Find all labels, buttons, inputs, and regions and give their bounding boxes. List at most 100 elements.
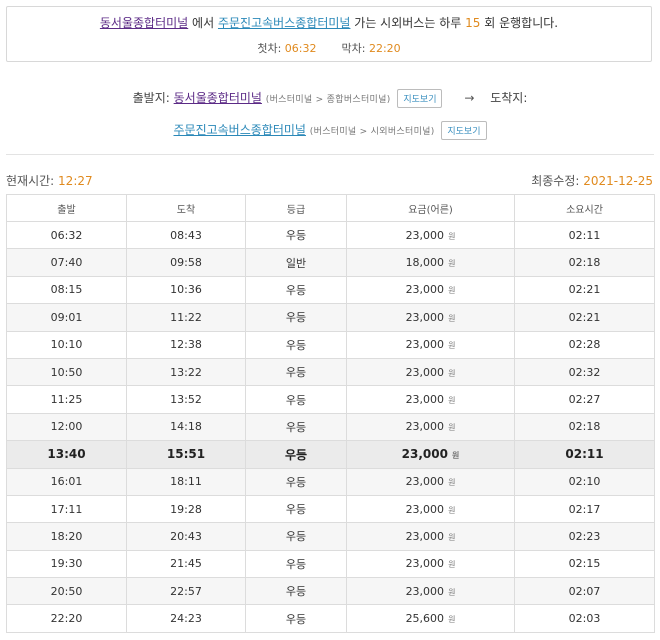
header-departure: 출발 [6,194,127,222]
table-row: 19:30 21:45 우등 23,000 원 02:15 [6,549,655,579]
duration-cell: 02:03 [514,604,655,633]
arrival-time-cell: 24:23 [126,604,246,633]
fare-value: 23,000 [405,475,445,489]
currency-unit: 원 [448,505,456,515]
fare-value: 23,000 [405,338,445,352]
duration-value: 02:03 [568,612,601,626]
departure-time-cell: 10:50 [6,357,127,387]
duration-value: 02:10 [568,475,601,489]
departure-time-cell: 19:30 [6,549,127,579]
arrival-time-value: 13:52 [170,393,202,407]
grade-value: 우등 [285,612,307,626]
fare-cell: 23,000 원 [346,220,515,250]
departure-time-value: 06:32 [50,228,83,242]
grade-value: 우등 [285,503,307,517]
arrival-time-value: 13:22 [170,365,202,379]
arrival-time-value: 20:43 [170,529,202,543]
arrival-time-cell: 09:58 [126,248,246,277]
duration-value: 02:11 [568,228,601,242]
header-fare: 요금(어른) [346,194,515,222]
departure-time-value: 18:20 [50,529,83,543]
table-header-row: 출발 도착 등급 요금(어른) 소요시간 [6,194,655,222]
grade-value: 우등 [285,585,307,599]
departure-time-cell: 07:40 [6,248,127,277]
fare-cell: 23,000 원 [346,330,515,359]
grade-cell: 우등 [245,494,347,524]
last-updated-value: 2021-12-25 [583,174,653,188]
departure-time-value: 12:00 [50,420,83,434]
currency-unit: 원 [448,286,456,296]
departure-time-value: 09:01 [50,310,83,324]
arrival-time-value: 18:11 [170,475,202,489]
currency-unit: 원 [448,478,456,488]
departure-time-value: 10:10 [50,338,83,352]
fare-value: 23,000 [405,529,445,543]
fare-cell: 23,000 원 [346,275,515,305]
duration-value: 02:18 [568,420,601,434]
fare-value: 23,000 [405,365,445,379]
currency-unit: 원 [448,259,456,269]
duration-cell: 02:18 [514,248,655,277]
timetable: 출발 도착 등급 요금(어른) 소요시간 06:32 08:43 우등 23,000 원… [6,194,655,633]
currency-unit: 원 [448,532,456,542]
grade-value: 우등 [285,311,307,325]
departure-time-cell: 08:15 [6,275,127,305]
origin-link[interactable]: 동서울종합터미널 [100,16,188,30]
departure-time-value: 17:11 [50,502,83,516]
go-text: 가는 시외버스는 하루 [354,16,462,30]
fare-cell: 23,000 원 [346,412,515,442]
grade-value: 우등 [285,283,307,297]
grade-cell: 우등 [245,275,347,305]
arrival-time-value: 22:57 [170,584,202,598]
arrival-category: (버스터미널 > 시외버스터미널) [309,127,435,137]
arrival-time-cell: 10:36 [126,275,246,305]
arrow-right-icon: → [464,91,475,105]
grade-cell: 우등 [245,357,347,387]
grade-cell: 우등 [245,467,347,496]
table-body: 06:32 08:43 우등 23,000 원 02:11 07:40 09:58 일반 18,0… [6,220,655,633]
departure-link[interactable]: 동서울종합터미널 [174,91,262,105]
table-row: 07:40 09:58 일반 18,000 원 02:18 [6,248,655,277]
destination-link[interactable]: 주문진고속버스종합터미널 [218,16,350,30]
fare-cell: 23,000 원 [346,357,515,387]
first-bus-label: 첫차: [257,42,282,55]
duration-value: 02:23 [568,529,601,543]
departure-time-value: 19:30 [50,557,83,571]
currency-unit: 원 [448,423,456,433]
arrival-link[interactable]: 주문진고속버스종합터미널 [173,123,305,137]
fare-value: 23,000 [405,283,445,297]
departure-time-value: 20:50 [50,584,83,598]
arrival-map-button[interactable]: 지도보기 [441,121,487,140]
departure-time-cell: 09:01 [6,303,127,332]
arrival-time-cell: 19:28 [126,494,246,524]
arrival-time-cell: 13:22 [126,357,246,387]
table-row: 10:50 13:22 우등 23,000 원 02:32 [6,357,655,387]
duration-value: 02:17 [568,502,601,516]
duration-cell: 02:17 [514,494,655,524]
duration-cell: 02:07 [514,577,655,606]
departure-time-value: 13:40 [47,447,86,462]
departure-time-cell: 17:11 [6,494,127,524]
arrival-time-cell: 14:18 [126,412,246,442]
departure-time-cell: 20:50 [6,577,127,606]
grade-cell: 우등 [245,604,347,633]
departure-category: (버스터미널 > 종합버스터미널) [265,95,391,105]
departure-time-value: 11:25 [50,393,83,407]
table-row: 18:20 20:43 우등 23,000 원 02:23 [6,522,655,551]
fare-value: 23,000 [405,502,445,516]
duration-cell: 02:11 [514,220,655,250]
table-row: 08:15 10:36 우등 23,000 원 02:21 [6,275,655,305]
arrival-time-value: 11:22 [170,310,202,324]
duration-value: 02:21 [568,310,601,324]
duration-cell: 02:11 [514,440,655,469]
departure-time-value: 07:40 [50,256,83,270]
last-updated-label: 최종수정: [531,174,580,188]
grade-cell: 우등 [245,577,347,606]
duration-value: 02:32 [568,365,601,379]
arrival-time-value: 19:28 [170,502,202,516]
fare-cell: 23,000 원 [346,440,515,469]
departure-map-button[interactable]: 지도보기 [397,89,443,108]
fare-cell: 23,000 원 [346,467,515,496]
arrival-time-cell: 18:11 [126,467,246,496]
grade-value: 우등 [285,530,307,544]
